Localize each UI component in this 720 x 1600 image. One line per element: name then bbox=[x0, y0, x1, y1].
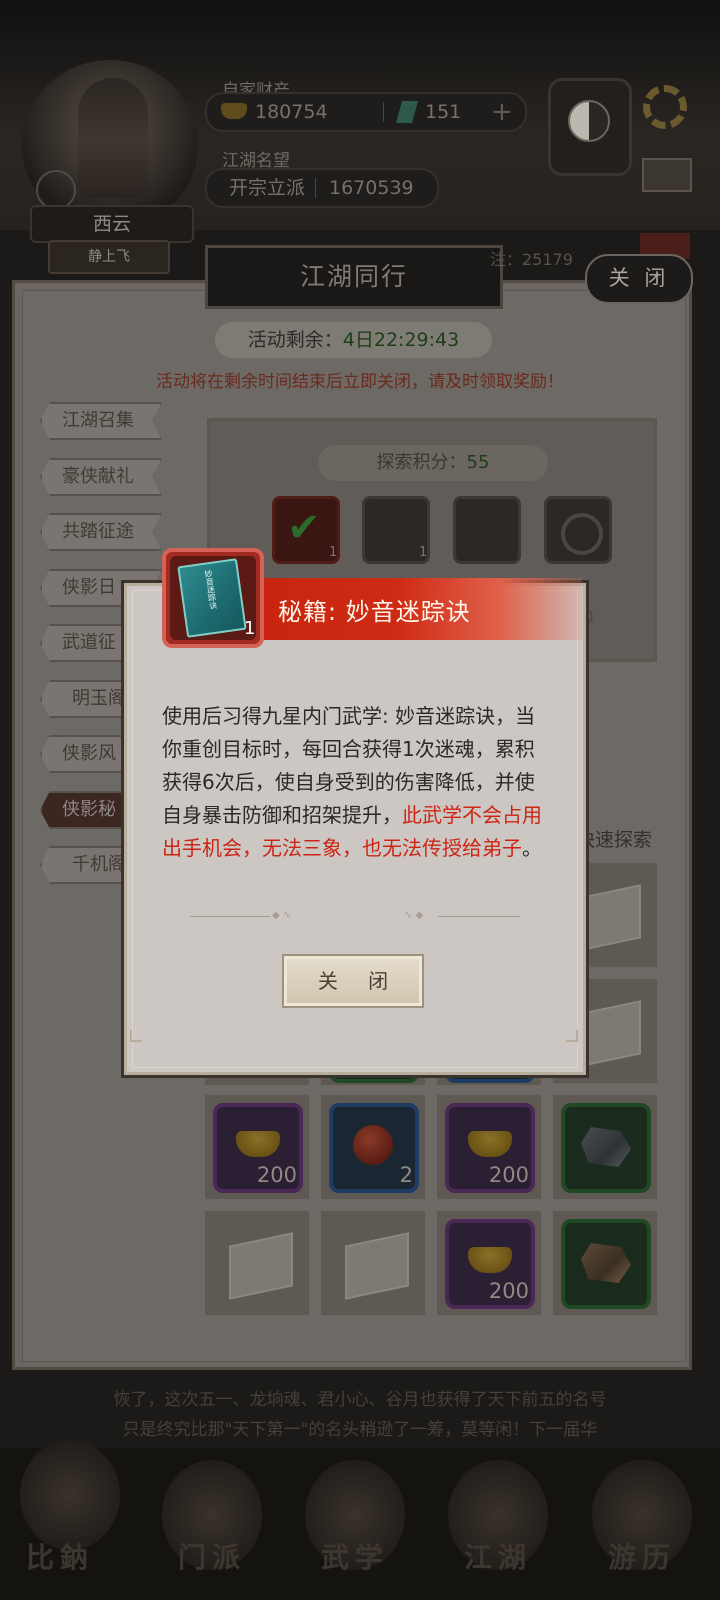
slot-count: 1 bbox=[329, 545, 338, 560]
check-icon: ✔ bbox=[287, 505, 321, 551]
book-icon bbox=[229, 1232, 293, 1300]
taiji-icon bbox=[568, 100, 610, 142]
grid-cell[interactable] bbox=[552, 1210, 658, 1316]
item-count: 1 bbox=[244, 618, 256, 639]
corner-ornament bbox=[130, 1030, 142, 1042]
item-frame bbox=[561, 1219, 651, 1309]
gold-icon bbox=[221, 103, 247, 119]
grid-cell[interactable]: 200 bbox=[436, 1210, 542, 1316]
nav-bina-icon[interactable] bbox=[20, 1440, 120, 1550]
item-frame bbox=[561, 1103, 651, 1193]
avatar-portrait bbox=[78, 78, 148, 198]
gold-ingot-icon bbox=[468, 1131, 512, 1157]
avatar-refresh-icon[interactable] bbox=[36, 170, 76, 210]
jade-icon bbox=[396, 101, 418, 123]
item-count: 200 bbox=[488, 1163, 529, 1187]
jade-value: 151 bbox=[425, 101, 462, 123]
fame-rank: 开宗立派 bbox=[229, 177, 306, 199]
corner-ornament bbox=[566, 1030, 578, 1042]
grid-cell[interactable]: 200 bbox=[204, 1094, 310, 1200]
gold-value: 180754 bbox=[255, 101, 328, 123]
grid-cell[interactable] bbox=[320, 1210, 426, 1316]
resource-box: 180754 151 + bbox=[205, 92, 527, 132]
event-warning: 活动将在剩余时间结束后立即关闭，请及时领取奖励！ bbox=[156, 372, 564, 392]
story-line: 恢了，这次五一、龙垧魂、君小心、谷月也获得了天下前五的名号 bbox=[113, 1390, 607, 1410]
score-partial: 注：25179 bbox=[490, 250, 573, 269]
grid-cell[interactable]: 200 bbox=[436, 1094, 542, 1200]
ornamental-divider: ◆ ∿ ∿ ◆ bbox=[190, 910, 520, 922]
item-frame: 200 bbox=[445, 1103, 535, 1193]
book-icon bbox=[577, 884, 641, 952]
player-name: 西云 bbox=[30, 205, 194, 243]
panel-title: 江湖同行 bbox=[205, 245, 503, 309]
item-count: 2 bbox=[399, 1163, 413, 1187]
fame-box: 开宗立派 1670539 bbox=[205, 168, 439, 208]
reward-slot[interactable]: ✔ 1 bbox=[272, 496, 340, 564]
reward-slot[interactable]: 1 bbox=[362, 496, 430, 564]
timer-value: 4日22:29:43 bbox=[342, 329, 460, 351]
gold-ingot-icon bbox=[236, 1131, 280, 1157]
divider bbox=[383, 102, 384, 122]
grid-cell[interactable] bbox=[204, 1210, 310, 1316]
tab-haoxia-xianli[interactable]: 豪侠献礼 bbox=[40, 458, 162, 496]
ring-icon bbox=[561, 513, 603, 555]
reward-slot[interactable] bbox=[544, 496, 612, 564]
tab-gongta-zhengtu[interactable]: 共踏征途 bbox=[40, 513, 162, 551]
event-timer: 活动剩余：4日22:29:43 bbox=[215, 322, 492, 358]
timer-label: 活动剩余： bbox=[247, 329, 343, 351]
grid-cell[interactable] bbox=[552, 1094, 658, 1200]
explore-score-value: 55 bbox=[466, 452, 490, 473]
nav-bina[interactable]: 比鈉 bbox=[0, 1536, 120, 1576]
story-line: 只是终究比那"天下第一"的名头稍逊了一筹，莫等闲！下一届华 bbox=[122, 1420, 598, 1440]
quick-explore-button[interactable]: 快速探索 bbox=[576, 825, 652, 852]
fame-value: 1670539 bbox=[329, 177, 414, 199]
red-orb-icon bbox=[353, 1125, 393, 1165]
explore-score: 探索积分：55 bbox=[318, 445, 548, 481]
player-title: 静上飞 bbox=[48, 240, 170, 274]
mail-icon[interactable] bbox=[642, 158, 692, 192]
grid-cell[interactable]: 2 bbox=[320, 1094, 426, 1200]
nav-wuxue[interactable]: 武学 bbox=[295, 1536, 415, 1576]
divider bbox=[315, 178, 316, 198]
book-icon bbox=[577, 1000, 641, 1068]
book-icon bbox=[345, 1232, 409, 1300]
ore-icon bbox=[581, 1127, 631, 1167]
gold-ingot-icon bbox=[468, 1247, 512, 1273]
dialog-close-button[interactable]: 关 闭 bbox=[282, 954, 424, 1008]
description-end: 。 bbox=[522, 836, 542, 860]
item-count: 200 bbox=[488, 1279, 529, 1303]
nav-youli[interactable]: 游历 bbox=[582, 1536, 702, 1576]
ore-icon bbox=[581, 1243, 631, 1283]
slot-count: 1 bbox=[419, 545, 428, 560]
gear-icon[interactable] bbox=[643, 85, 687, 129]
item-frame: 200 bbox=[445, 1219, 535, 1309]
item-frame: 200 bbox=[213, 1103, 303, 1193]
nav-jianghu[interactable]: 江湖 bbox=[438, 1536, 558, 1576]
dialog-title: 秘籍: 妙音迷踪诀 bbox=[278, 598, 471, 626]
story-text: 恢了，这次五一、龙垧魂、君小心、谷月也获得了天下前五的名号 只是终究比那"天下第… bbox=[20, 1385, 700, 1445]
panel-close-button[interactable]: 关 闭 bbox=[585, 254, 693, 304]
tab-jianghu-zhaoji[interactable]: 江湖召集 bbox=[40, 402, 162, 440]
item-frame: 2 bbox=[329, 1103, 419, 1193]
item-count: 200 bbox=[256, 1163, 297, 1187]
add-jade-button[interactable]: + bbox=[491, 94, 513, 130]
nav-menpai[interactable]: 门派 bbox=[152, 1536, 272, 1576]
item-description: 使用后习得九星内门武学: 妙音迷踪诀，当你重创目标时，每回合获得1次迷魂，累积获… bbox=[162, 700, 554, 865]
explore-score-label: 探索积分： bbox=[376, 452, 467, 473]
reward-slot[interactable] bbox=[453, 496, 521, 564]
